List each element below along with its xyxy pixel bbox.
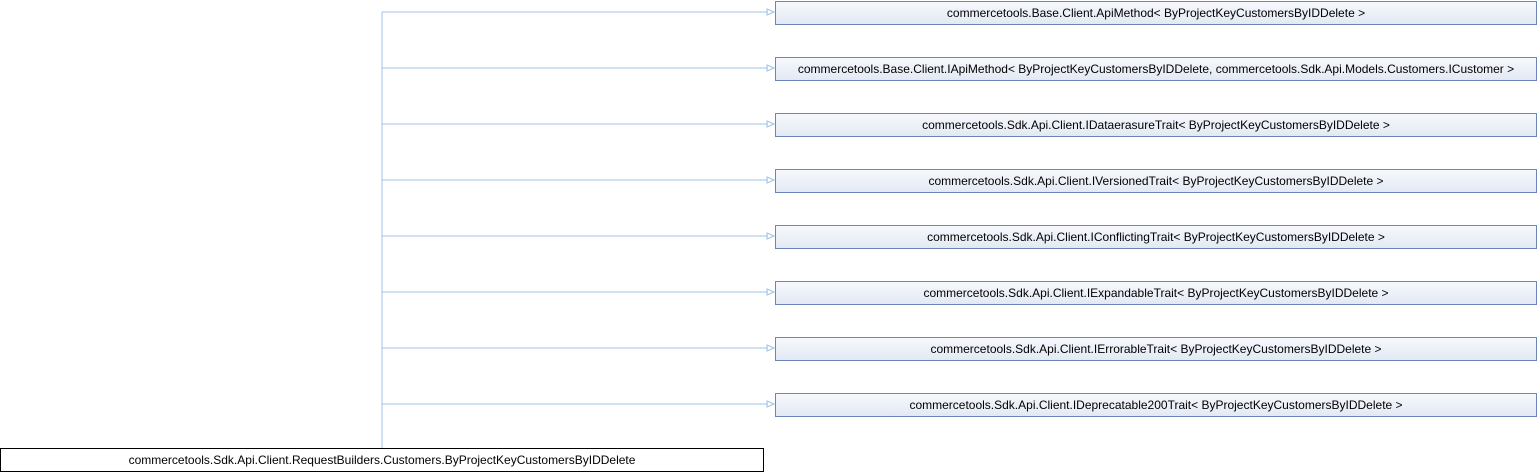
arrowhead [766, 232, 776, 240]
arrowhead [766, 120, 776, 128]
arrowhead [766, 400, 776, 408]
arrowhead [766, 8, 776, 16]
base-class-node[interactable]: commercetools.Base.Client.ApiMethod< ByP… [775, 1, 1537, 25]
arrowhead [766, 288, 776, 296]
base-class-node[interactable]: commercetools.Sdk.Api.Client.IExpandable… [775, 281, 1537, 305]
inheritance-diagram: commercetools.Base.Client.ApiMethod< ByP… [0, 0, 1538, 472]
arrowhead [766, 344, 776, 352]
base-class-node[interactable]: commercetools.Sdk.Api.Client.IConflictin… [775, 225, 1537, 249]
base-class-node[interactable]: commercetools.Sdk.Api.Client.IDeprecatab… [775, 393, 1537, 417]
arrowhead [766, 64, 776, 72]
base-class-node[interactable]: commercetools.Sdk.Api.Client.IVersionedT… [775, 169, 1537, 193]
derived-class-node[interactable]: commercetools.Sdk.Api.Client.RequestBuil… [0, 448, 764, 472]
base-class-node[interactable]: commercetools.Base.Client.IApiMethod< By… [775, 57, 1537, 81]
base-class-node[interactable]: commercetools.Sdk.Api.Client.IErrorableT… [775, 337, 1537, 361]
arrowhead [766, 176, 776, 184]
base-class-node[interactable]: commercetools.Sdk.Api.Client.IDataerasur… [775, 113, 1537, 137]
